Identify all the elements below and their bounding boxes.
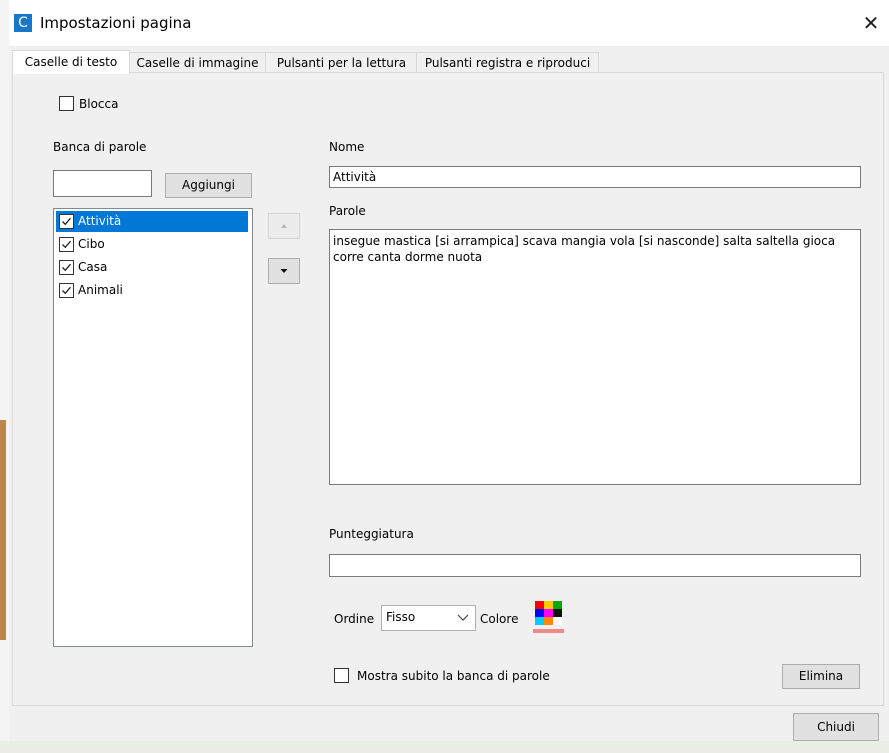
checked-checkbox-icon[interactable] <box>59 214 74 229</box>
dialog-title: Impostazioni pagina <box>40 14 192 32</box>
checked-checkbox-icon[interactable] <box>59 260 74 275</box>
word-bank-label: Banca di parole <box>53 140 147 154</box>
close-button[interactable]: Chiudi <box>793 713 879 741</box>
background-window-edge <box>0 0 9 753</box>
list-item[interactable]: Casa <box>56 257 248 278</box>
page-settings-dialog: C Impostazioni pagina ✕ Caselle di testo… <box>9 0 889 741</box>
name-label: Nome <box>329 140 365 154</box>
list-item-label: Animali <box>78 283 123 297</box>
color-label: Colore <box>480 612 519 626</box>
checked-checkbox-icon[interactable] <box>59 283 74 298</box>
list-item-label: Cibo <box>78 237 105 251</box>
close-icon[interactable]: ✕ <box>857 10 885 36</box>
background-image-edge <box>0 420 6 640</box>
color-picker[interactable] <box>533 600 564 634</box>
chevron-down-icon <box>280 269 288 273</box>
words-textarea[interactable]: insegue mastica [si arrampica] scava man… <box>329 229 861 485</box>
lock-label: Blocca <box>79 97 119 111</box>
lock-checkbox[interactable] <box>59 96 74 111</box>
checked-checkbox-icon[interactable] <box>59 237 74 252</box>
list-item[interactable]: Cibo <box>56 234 248 255</box>
show-bank-checkbox[interactable] <box>334 668 349 683</box>
add-button[interactable]: Aggiungi <box>165 173 252 198</box>
list-item[interactable]: Animali <box>56 280 248 301</box>
tab-caselle-di-testo[interactable]: Caselle di testo <box>12 50 130 74</box>
punctuation-label: Punteggiatura <box>329 527 414 541</box>
move-down-button[interactable] <box>268 258 300 284</box>
delete-button[interactable]: Elimina <box>782 664 860 689</box>
chevron-up-icon <box>281 224 287 228</box>
order-select[interactable]: Fisso <box>381 605 476 631</box>
tab-pulsanti-per-la-lettura[interactable]: Pulsanti per la lettura <box>265 52 418 73</box>
list-item-label: Attività <box>78 214 122 228</box>
color-palette-icon <box>533 601 564 633</box>
app-icon: C <box>14 14 32 32</box>
show-bank-label: Mostra subito la banca di parole <box>357 669 550 683</box>
order-select-value: Fisso <box>386 610 416 624</box>
new-word-bank-input[interactable] <box>53 170 152 197</box>
list-item[interactable]: Attività <box>56 211 248 232</box>
tab-pulsanti-registra-e-riproduci[interactable]: Pulsanti registra e riproduci <box>416 52 599 73</box>
order-label: Ordine <box>334 612 375 626</box>
word-bank-list: Attività Cibo Casa Animali <box>53 208 253 647</box>
title-bar: C Impostazioni pagina ✕ <box>9 0 889 46</box>
words-label: Parole <box>329 204 366 218</box>
move-up-button[interactable] <box>268 213 300 239</box>
list-item-label: Casa <box>78 260 108 274</box>
background-bottom-edge <box>0 741 889 753</box>
chevron-down-icon <box>457 614 469 621</box>
punctuation-input[interactable] <box>329 554 861 577</box>
name-input[interactable] <box>329 166 861 188</box>
tab-caselle-di-immagine[interactable]: Caselle di immagine <box>128 52 267 73</box>
